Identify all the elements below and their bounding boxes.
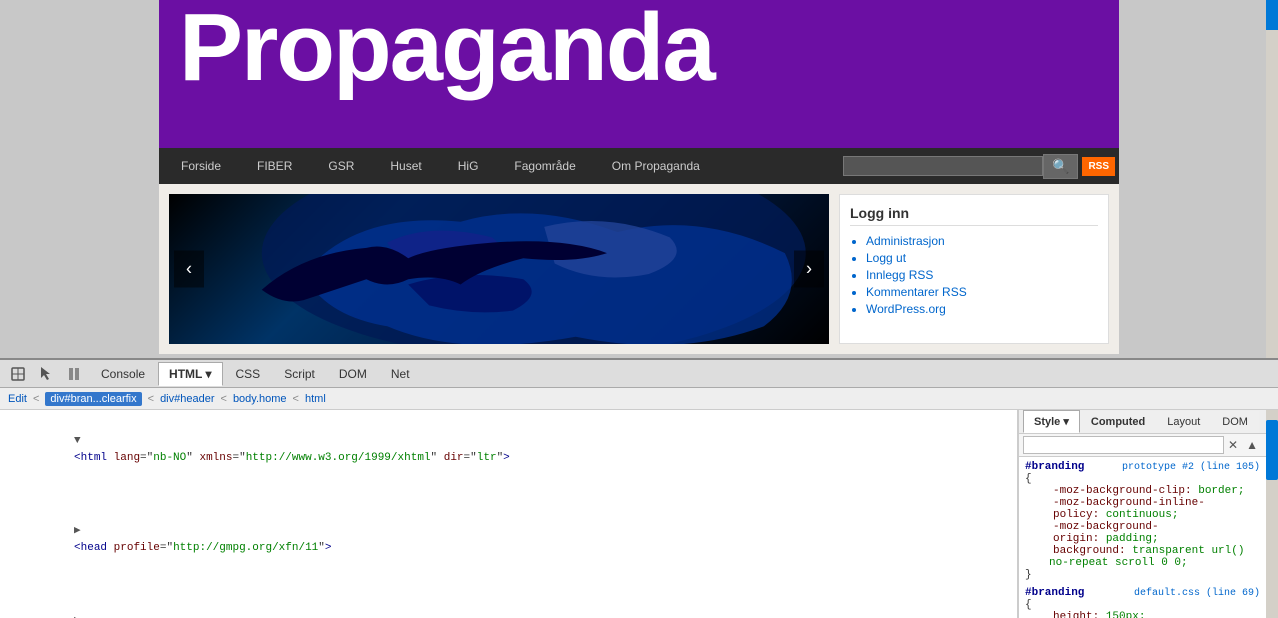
css-rule-1: #branding prototype #2 (line 105) { -moz… [1025,461,1260,581]
right-search-bar: ✕ ▲ [1019,434,1266,457]
css-rule-2-selector: #branding [1025,587,1084,599]
nav-items: Forside FIBER GSR Huset HiG Fagområde Om… [163,148,843,184]
nav-bar: Forside FIBER GSR Huset HiG Fagområde Om… [159,148,1119,184]
inspect-element-icon[interactable] [6,364,30,384]
sidebar-link-logout[interactable]: Logg ut [866,251,1098,265]
bc-header[interactable]: div#header [160,393,214,405]
nav-huset[interactable]: Huset [372,148,439,184]
bc-branding[interactable]: div#bran...clearfix [45,392,141,406]
right-tab-style[interactable]: Style ▾ [1023,410,1080,433]
website-preview: Propaganda Forside FIBER GSR Huset HiG F… [0,0,1278,360]
nav-search-button[interactable]: 🔍 [1043,154,1078,179]
devtools-main: ▼ <html lang="nb-NO" xmlns="http://www.w… [0,410,1278,618]
pointer-icon[interactable] [34,364,58,384]
earth-svg [199,194,829,344]
devtools-toolbar: Console HTML ▾ CSS Script DOM Net [0,360,1278,388]
html-line-2: ▶ <head profile="http://gmpg.org/xfn/11"… [0,486,1017,576]
website-scrollbar-thumb[interactable] [1266,0,1278,30]
css-rule-2-file[interactable]: default.css (line 69) [1134,588,1260,599]
slider-next-button[interactable]: › [794,251,824,288]
slider-image [169,194,829,344]
nav-fagomrade[interactable]: Fagområde [496,148,593,184]
devtools-tab-html[interactable]: HTML ▾ [158,362,222,386]
sidebar-link-wordpress[interactable]: WordPress.org [866,302,1098,316]
devtools-outer-scrollbar[interactable] [1266,410,1278,618]
nav-hig[interactable]: HiG [440,148,497,184]
nav-gsr[interactable]: GSR [310,148,372,184]
bc-body[interactable]: body.home [233,393,287,405]
website-scrollbar[interactable] [1266,0,1278,360]
css-rule-1-file[interactable]: prototype #2 (line 105) [1122,462,1260,473]
right-panel: Style ▾ Computed Layout DOM ✕ ▲ # [1018,410,1266,618]
right-tab-layout[interactable]: Layout [1156,411,1211,433]
nav-fiber[interactable]: FIBER [239,148,310,184]
right-panel-tabs: Style ▾ Computed Layout DOM [1019,410,1266,434]
devtools-outer-scrollbar-thumb[interactable] [1266,420,1278,480]
nav-search-input[interactable] [843,156,1043,176]
devtools-tab-script[interactable]: Script [273,362,326,386]
bc-html[interactable]: html [305,393,326,405]
devtools-breadcrumb: Edit < div#bran...clearfix < div#header … [0,388,1278,410]
right-search-prev[interactable]: ▲ [1242,437,1262,453]
css-rule-1-selector: #branding [1025,461,1084,473]
login-sidebar: Logg inn Administrasjon Logg ut Innlegg … [839,194,1109,344]
slider-prev-button[interactable]: ‹ [174,251,204,288]
slider-container: ‹ › [169,194,829,344]
devtools-tab-dom[interactable]: DOM [328,362,378,386]
devtools-panel: Console HTML ▾ CSS Script DOM Net Edit <… [0,358,1278,618]
css-rule-2: #branding default.css (line 69) { height… [1025,587,1260,618]
nav-om[interactable]: Om Propaganda [594,148,718,184]
site-header: Propaganda [159,0,1119,148]
content-area: ‹ › Logg inn Administrasjon Logg ut Innl… [159,184,1119,354]
nav-search: 🔍 RSS [843,154,1115,179]
sidebar-link-admin[interactable]: Administrasjon [866,234,1098,248]
html-line-3: ▶ <body class="home blog logged-in layou… [0,576,1017,618]
bc-edit[interactable]: Edit [8,393,27,405]
devtools-tab-console[interactable]: Console [90,362,156,386]
pause-icon[interactable] [62,364,86,384]
css-rules-panel: #branding prototype #2 (line 105) { -moz… [1019,457,1266,618]
right-tab-computed[interactable]: Computed [1080,411,1156,433]
devtools-tab-net[interactable]: Net [380,362,421,386]
right-tab-dom[interactable]: DOM [1211,411,1259,433]
html-panel[interactable]: ▼ <html lang="nb-NO" xmlns="http://www.w… [0,410,1018,618]
nav-rss-button[interactable]: RSS [1082,157,1115,176]
site-title: Propaganda [179,0,714,101]
nav-forside[interactable]: Forside [163,148,239,184]
devtools-tab-css[interactable]: CSS [225,362,272,386]
sidebar-links: Administrasjon Logg ut Innlegg RSS Komme… [850,234,1098,316]
html-line-1: ▼ <html lang="nb-NO" xmlns="http://www.w… [0,414,1017,486]
sidebar-link-comments-rss[interactable]: Kommentarer RSS [866,285,1098,299]
sidebar-title: Logg inn [850,205,1098,226]
right-search-close[interactable]: ✕ [1224,437,1242,453]
sidebar-link-rss[interactable]: Innlegg RSS [866,268,1098,282]
right-search-input[interactable] [1023,436,1224,454]
